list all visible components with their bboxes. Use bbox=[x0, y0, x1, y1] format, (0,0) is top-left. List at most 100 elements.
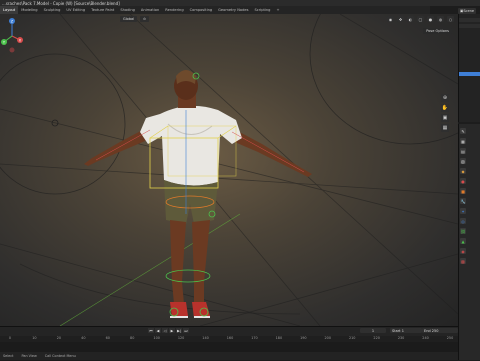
ruler-tick-label: 140 bbox=[202, 336, 209, 340]
neg-z-icon[interactable] bbox=[9, 47, 15, 53]
ruler-tick-label: 200 bbox=[324, 336, 332, 340]
end-label: End bbox=[424, 328, 431, 333]
ruler-tick-label: 170 bbox=[251, 336, 258, 340]
output-tab-icon[interactable]: ▤ bbox=[460, 148, 466, 154]
constraints-tab-icon[interactable]: ⛓ bbox=[460, 228, 466, 234]
ruler-tick-label: 40 bbox=[81, 336, 86, 340]
ruler-tick-label: 180 bbox=[275, 336, 283, 340]
play-icon[interactable]: ▶ bbox=[169, 328, 175, 333]
workspace-tab[interactable]: Modeling bbox=[18, 6, 40, 14]
properties-panel[interactable]: ✎ ▦ ▤ ▧ ◆ ● ■ 🔧 ✦ ◎ ⛓ ▲ ◉ ▩ bbox=[458, 124, 480, 360]
ik-control-circle-left[interactable] bbox=[0, 53, 126, 195]
3d-viewport[interactable]: Global ⊙ ◉ ✥ ◐ ▢ ● ◍ ○ Pose Options Z Y … bbox=[0, 14, 458, 326]
material-tab-icon[interactable]: ◉ bbox=[460, 248, 466, 254]
tool-tab-icon[interactable]: ✎ bbox=[460, 128, 466, 134]
outliner-row[interactable] bbox=[459, 24, 480, 28]
texture-tab-icon[interactable]: ▩ bbox=[460, 258, 466, 264]
current-frame-value: 1 bbox=[371, 328, 375, 333]
pivot-selector[interactable]: ⊙ bbox=[140, 16, 150, 22]
workspace-tab[interactable]: UV Editing bbox=[63, 6, 88, 14]
next-keyframe-icon[interactable]: ▶| bbox=[176, 328, 182, 333]
workspace-tab[interactable]: Rendering bbox=[162, 6, 186, 14]
jump-end-icon[interactable]: ⏭ bbox=[183, 328, 189, 333]
outliner-row-selected[interactable] bbox=[459, 72, 480, 76]
workspace-tab[interactable]: Geometry Nodes bbox=[215, 6, 251, 14]
end-frame-field[interactable]: End 250 bbox=[422, 328, 458, 333]
right-arm-bone[interactable] bbox=[231, 131, 305, 173]
solid-shading-icon[interactable]: ● bbox=[427, 16, 434, 22]
camera-view-icon[interactable]: ▣ bbox=[441, 114, 449, 122]
object-tab-icon[interactable]: ■ bbox=[460, 188, 466, 194]
status-bar: Select Pan View Call Context Menu bbox=[0, 352, 458, 360]
render-tab-icon[interactable]: ▦ bbox=[460, 138, 466, 144]
timeline-header: ⏮ ◀ ◁ ▶ ▶| ⏭ 1 Start 1 End 250 bbox=[0, 327, 458, 335]
start-label: Start bbox=[392, 328, 401, 333]
end-value: 250 bbox=[431, 328, 439, 333]
transform-orientation[interactable]: Global bbox=[120, 16, 138, 22]
ruler-tick-label: 220 bbox=[373, 336, 380, 340]
particles-tab-icon[interactable]: ✦ bbox=[460, 208, 466, 214]
ruler-tick-label: 160 bbox=[226, 336, 234, 340]
workspace-tab[interactable]: Texture Paint bbox=[88, 6, 117, 14]
ruler-tick-label: 120 bbox=[177, 336, 185, 340]
zoom-icon[interactable]: ⊕ bbox=[441, 94, 449, 102]
pose-options-button[interactable]: Pose Options bbox=[423, 28, 452, 34]
view-layer-tab-icon[interactable]: ▧ bbox=[460, 158, 466, 164]
scene-tab-icon[interactable]: ◆ bbox=[460, 168, 466, 174]
pan-icon[interactable]: ✋ bbox=[441, 104, 449, 112]
ruler-tick-label: 230 bbox=[397, 336, 405, 340]
viewport-nav-buttons: ⊕ ✋ ▣ ▦ bbox=[441, 94, 449, 132]
workspace-tab[interactable]: Shading bbox=[117, 6, 138, 14]
jump-start-icon[interactable]: ⏮ bbox=[148, 328, 154, 333]
ruler-tick-label: 240 bbox=[422, 336, 429, 340]
workspace-tab[interactable]: + bbox=[273, 6, 282, 14]
overlay-icon[interactable]: ◐ bbox=[407, 16, 414, 22]
pivot-icon: ⊙ bbox=[143, 17, 147, 21]
current-frame-field[interactable]: 1 bbox=[360, 328, 386, 333]
workspace-tab[interactable]: Compositing bbox=[187, 6, 216, 14]
left-sole bbox=[170, 316, 188, 318]
viewport-header-right: ◉ ✥ ◐ ▢ ● ◍ ○ bbox=[387, 16, 454, 22]
shirt[interactable] bbox=[140, 105, 242, 186]
ruler-tick-label: 60 bbox=[105, 336, 110, 340]
workspace-tabs: Layout Modeling Sculpting UV Editing Texture… bbox=[0, 6, 430, 14]
rendered-shading-icon[interactable]: ○ bbox=[447, 16, 454, 22]
navigation-gizmo[interactable]: Z Y X bbox=[0, 14, 24, 54]
shorts[interactable] bbox=[164, 180, 218, 224]
start-frame-field[interactable]: Start 1 bbox=[390, 328, 422, 333]
visibility-icon[interactable]: ◉ bbox=[387, 16, 394, 22]
ruler-tick-label: 210 bbox=[348, 336, 356, 340]
xray-icon[interactable]: ▢ bbox=[417, 16, 424, 22]
start-value: 1 bbox=[401, 328, 404, 333]
window-title: ...sraches\Pack 7.Model - Copie (W) [Sou… bbox=[2, 0, 120, 6]
ruler-tick-label: 10 bbox=[32, 336, 37, 340]
gizmo-toggle-icon[interactable]: ✥ bbox=[397, 16, 404, 22]
orientation-label: Global bbox=[123, 17, 135, 21]
character-model[interactable] bbox=[84, 70, 312, 318]
physics-tab-icon[interactable]: ◎ bbox=[460, 218, 466, 224]
modifier-tab-icon[interactable]: 🔧 bbox=[460, 198, 466, 204]
workspace-tab[interactable]: Sculpting bbox=[41, 6, 64, 14]
floor-grid bbox=[0, 14, 458, 326]
right-leg[interactable] bbox=[192, 220, 210, 304]
play-reverse-icon[interactable]: ◁ bbox=[162, 328, 168, 333]
workspace-tab[interactable]: Animation bbox=[138, 6, 162, 14]
scene-label: Scene bbox=[463, 9, 474, 13]
prev-keyframe-icon[interactable]: ◀ bbox=[155, 328, 161, 333]
material-shading-icon[interactable]: ◍ bbox=[437, 16, 444, 22]
outliner-panel[interactable] bbox=[458, 14, 480, 122]
data-tab-icon[interactable]: ▲ bbox=[460, 238, 466, 244]
outliner-row[interactable] bbox=[459, 18, 480, 22]
y-axis-line bbox=[59, 213, 241, 326]
right-sole bbox=[194, 316, 210, 318]
perspective-toggle-icon[interactable]: ▦ bbox=[441, 124, 449, 132]
floor-curve bbox=[19, 263, 301, 315]
workspace-tab[interactable]: Scripting bbox=[251, 6, 273, 14]
workspace-tab[interactable]: Layout bbox=[0, 6, 19, 14]
pose-options-label: Pose Options bbox=[426, 29, 449, 33]
world-tab-icon[interactable]: ● bbox=[460, 178, 466, 184]
playback-controls: ⏮ ◀ ◁ ▶ ▶| ⏭ bbox=[148, 328, 189, 333]
ruler-tick-label: 0 bbox=[8, 336, 12, 340]
status-item: Pan View bbox=[21, 354, 37, 358]
ruler-tick-label: 250 bbox=[446, 336, 454, 340]
